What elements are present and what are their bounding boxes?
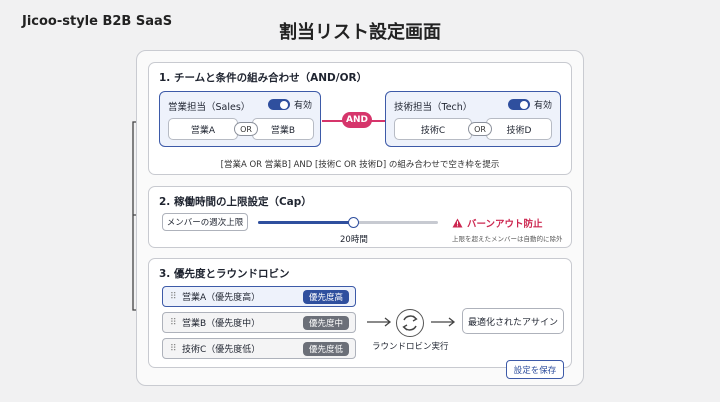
tech-group-label: 技術担当（Tech） bbox=[394, 102, 473, 113]
optimized-assignment-box: 最適化されたアサイン bbox=[462, 308, 564, 334]
arrow-right-icon bbox=[367, 317, 392, 327]
weekly-cap-label: メンバーの週次上限 bbox=[162, 213, 248, 231]
save-settings-button[interactable]: 設定を保存 bbox=[506, 360, 564, 379]
burnout-warning: バーンアウト防止 bbox=[452, 216, 543, 230]
sales-group-label: 営業担当（Sales） bbox=[168, 102, 251, 113]
weekly-cap-slider[interactable] bbox=[258, 217, 438, 228]
drag-handle-icon[interactable]: ⠿ bbox=[170, 292, 177, 302]
priority-badge: 優先度高 bbox=[302, 290, 349, 304]
priority-badge: 優先度低 bbox=[302, 342, 349, 356]
tech-toggle-label: 有効 bbox=[533, 101, 552, 111]
section3-title: 3. 優先度とラウンドロビン bbox=[159, 268, 290, 280]
section2-title: 2. 稼働時間の上限設定（Cap） bbox=[159, 196, 312, 208]
priority-item-label: 営業B（優先度中） bbox=[182, 319, 261, 329]
member-sales-a[interactable]: 営業A bbox=[168, 118, 238, 140]
member-tech-d[interactable]: 技術D bbox=[486, 118, 552, 140]
priority-item-label: 営業A（優先度高） bbox=[182, 293, 261, 303]
member-tech-c[interactable]: 技術C bbox=[394, 118, 472, 140]
priority-item-label: 技術C（優先度低） bbox=[182, 345, 261, 355]
section1-title: 1. チームと条件の組み合わせ（AND/OR） bbox=[159, 72, 368, 84]
sales-group[interactable]: 営業担当（Sales） 有効 営業A 営業B OR bbox=[159, 91, 321, 147]
sales-toggle-label: 有効 bbox=[293, 101, 312, 111]
arrow-right-icon bbox=[431, 317, 456, 327]
refresh-cycle-icon bbox=[396, 309, 424, 337]
slider-value: 20時間 bbox=[340, 235, 368, 245]
priority-item[interactable]: ⠿ 技術C（優先度低） 優先度低 bbox=[162, 338, 356, 359]
slider-fill bbox=[258, 221, 354, 224]
team-condition-card: 1. チームと条件の組み合わせ（AND/OR） 営業担当（Sales） 有効 営… bbox=[148, 62, 572, 175]
sales-enabled-toggle[interactable] bbox=[267, 99, 290, 110]
warning-title: バーンアウト防止 bbox=[467, 219, 543, 230]
priority-item[interactable]: ⠿ 営業B（優先度中） 優先度中 bbox=[162, 312, 356, 333]
priority-badge: 優先度中 bbox=[302, 316, 349, 330]
drag-handle-icon[interactable]: ⠿ bbox=[170, 344, 177, 354]
priority-item[interactable]: ⠿ 営業A（優先度高） 優先度高 bbox=[162, 286, 356, 307]
condition-summary: [営業A OR 営業B] AND [技術C OR 技術D] の組み合わせで空き枠… bbox=[220, 160, 500, 170]
drag-handle-icon[interactable]: ⠿ bbox=[170, 318, 177, 328]
warning-description: 上限を超えたメンバーは自動的に除外 bbox=[452, 235, 563, 243]
tech-enabled-toggle[interactable] bbox=[507, 99, 530, 110]
or-operator-sales[interactable]: OR bbox=[234, 122, 258, 136]
member-sales-b[interactable]: 営業B bbox=[252, 118, 314, 140]
or-operator-tech[interactable]: OR bbox=[468, 122, 492, 136]
and-operator[interactable]: AND bbox=[342, 112, 372, 128]
round-robin-label: ラウンドロビン実行 bbox=[372, 342, 449, 352]
warning-triangle-icon bbox=[452, 218, 463, 228]
tech-group[interactable]: 技術担当（Tech） 有効 技術C 技術D OR bbox=[385, 91, 561, 147]
